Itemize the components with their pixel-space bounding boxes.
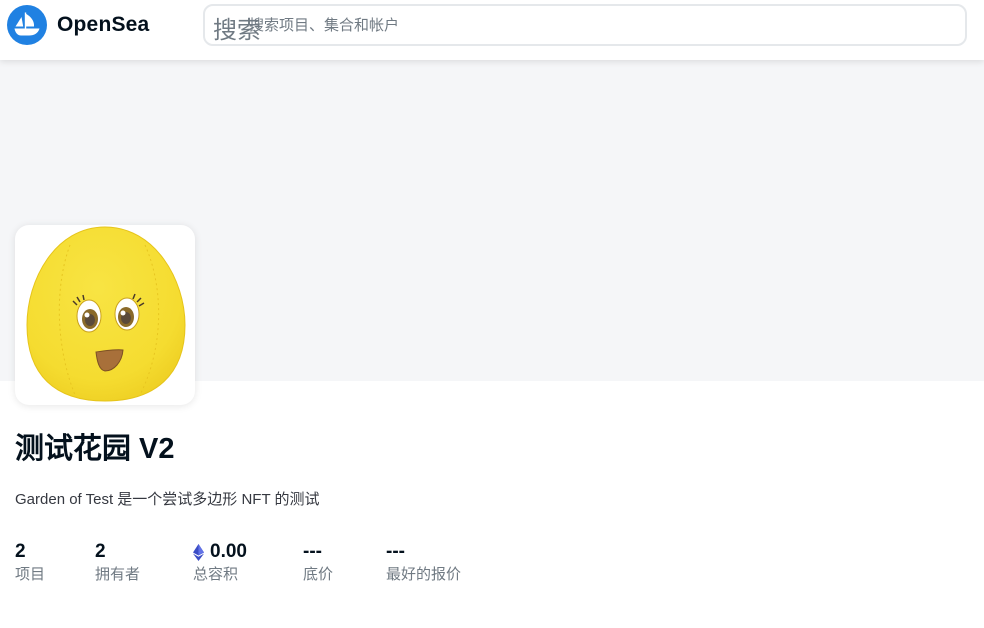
stat-value: 2 xyxy=(95,541,106,562)
collection-avatar xyxy=(15,225,195,405)
brand-name[interactable]: OpenSea xyxy=(57,13,149,37)
stat-floor-price[interactable]: --- 底价 xyxy=(303,540,333,585)
stat-label: 最好的报价 xyxy=(386,566,462,583)
collection-description: Garden of Test 是一个尝试多边形 NFT 的测试 xyxy=(15,491,320,508)
stat-value: --- xyxy=(303,541,322,562)
search-bar[interactable]: 搜索 xyxy=(203,4,967,46)
collection-title: 测试花园 V2 xyxy=(15,433,175,465)
stat-best-offer[interactable]: --- 最好的报价 xyxy=(386,540,461,585)
stat-value-row: 0.00 xyxy=(193,540,247,564)
stat-value: --- xyxy=(386,541,405,562)
stat-items[interactable]: 2 项目 xyxy=(15,540,45,585)
stat-label: 拥有者 xyxy=(95,566,141,583)
stat-total-volume[interactable]: 0.00 总容积 xyxy=(193,540,247,585)
search-input[interactable] xyxy=(249,6,949,44)
stat-label: 底价 xyxy=(303,566,334,583)
stat-value: 2 xyxy=(15,541,26,562)
top-navbar: OpenSea 搜索 xyxy=(0,0,984,60)
yellow-egg-character-icon xyxy=(26,226,186,402)
stat-label: 总容积 xyxy=(193,566,239,583)
ethereum-icon xyxy=(193,543,204,561)
stat-label: 项目 xyxy=(15,566,46,583)
stat-owners[interactable]: 2 拥有者 xyxy=(95,540,140,585)
stat-value: 0.00 xyxy=(210,541,247,562)
search-label: 搜索 xyxy=(213,17,261,44)
opensea-logo-icon[interactable] xyxy=(7,5,47,45)
